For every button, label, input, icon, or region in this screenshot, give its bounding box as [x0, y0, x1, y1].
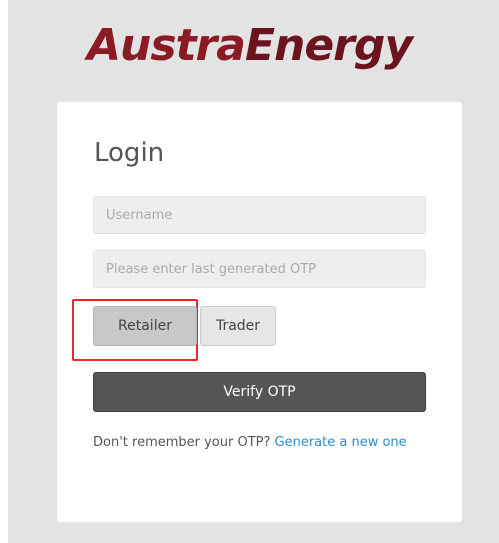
- retailer-button-label: Retailer: [118, 318, 172, 334]
- logo-text-austra: Austra: [86, 20, 246, 71]
- otp-input[interactable]: [93, 250, 426, 288]
- username-input[interactable]: [93, 196, 426, 234]
- trader-button-label: Trader: [215, 318, 261, 334]
- page-title: Login: [94, 138, 165, 168]
- otp-help-text: Don't remember your OTP? Generate a new …: [93, 432, 428, 453]
- otp-help-message: Don't remember your OTP?: [93, 435, 275, 450]
- verify-otp-label: Verify OTP: [223, 384, 296, 400]
- login-card: Login Retailer Trader Verify OTP Don't r…: [57, 102, 462, 522]
- generate-new-otp-link[interactable]: Generate a new one: [275, 435, 407, 450]
- brand-logo: AustraEnergy: [0, 18, 499, 74]
- trader-button[interactable]: Trader: [200, 306, 276, 346]
- retailer-button[interactable]: Retailer: [93, 306, 197, 346]
- logo-text-energy: Energy: [244, 20, 413, 71]
- verify-otp-button[interactable]: Verify OTP: [93, 372, 426, 412]
